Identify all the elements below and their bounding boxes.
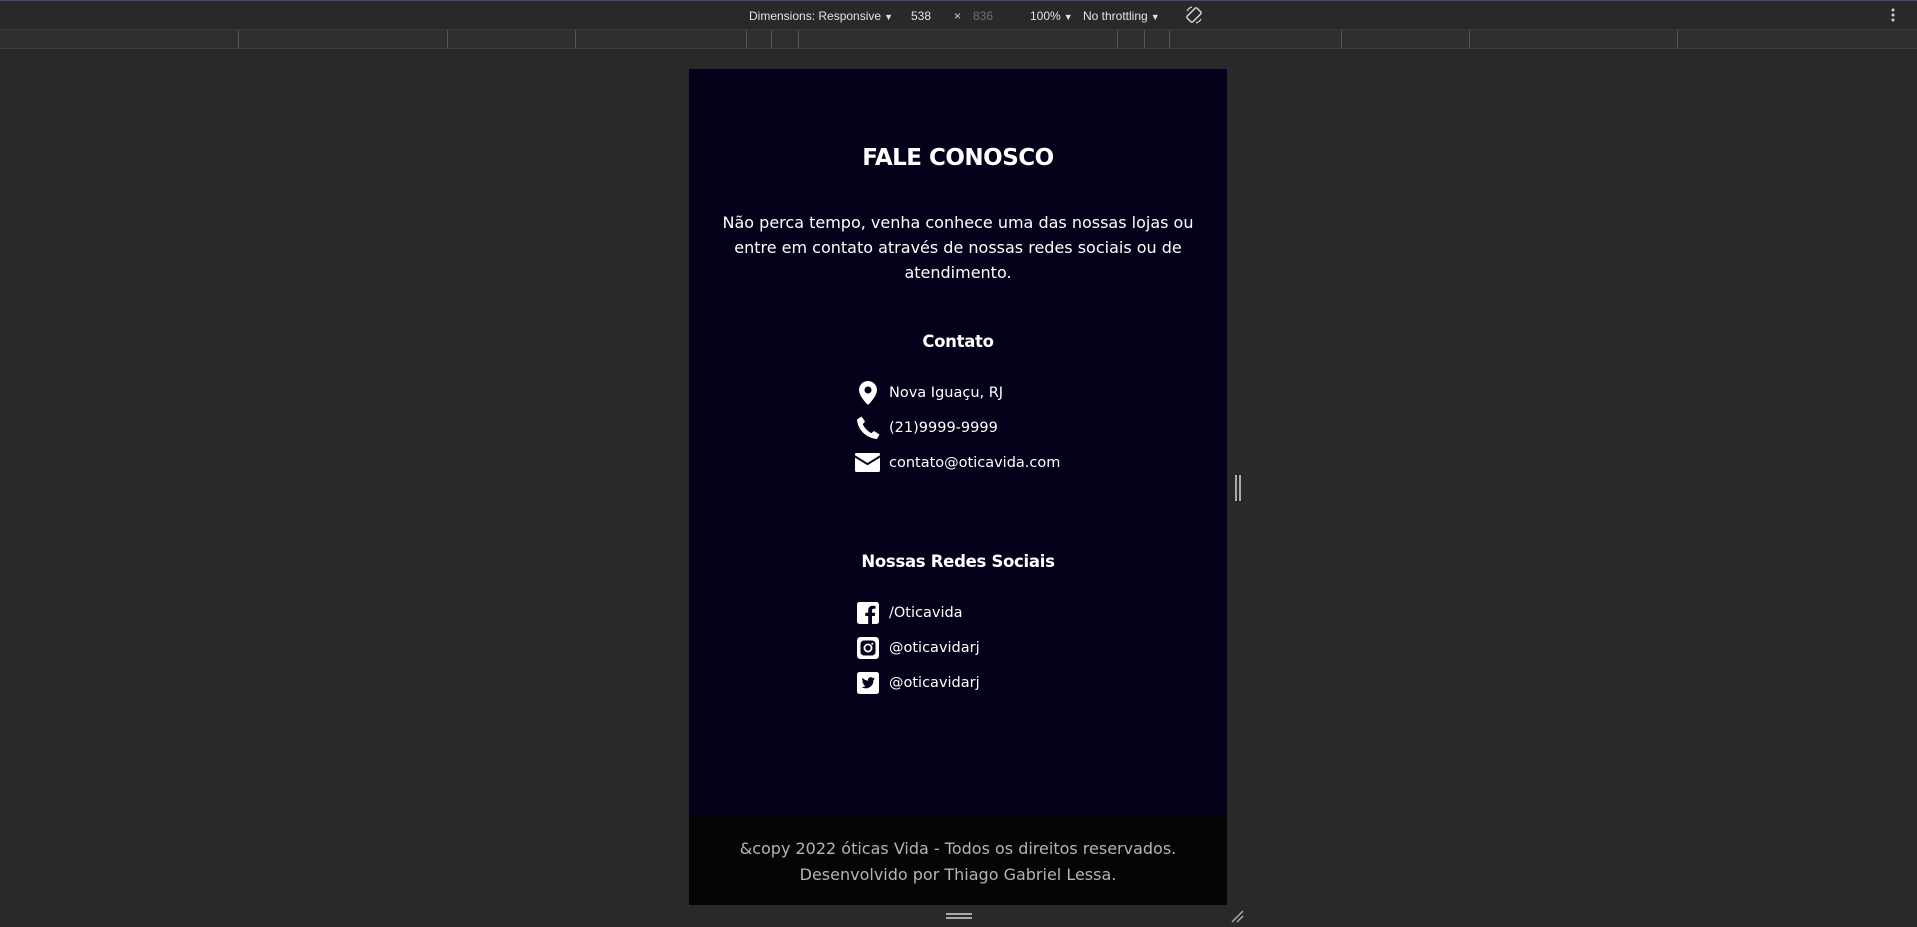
page-title: FALE CONOSCO — [862, 145, 1054, 171]
chevron-down-icon: ▼ — [1150, 12, 1160, 22]
contact-item-location: Nova Iguaçu, RJ — [854, 375, 1114, 410]
contact-title: Contato — [922, 332, 994, 351]
throttling-value: No throttling — [1083, 9, 1148, 23]
location-pin-icon — [854, 379, 881, 406]
social-item-facebook[interactable]: /Oticavida — [854, 595, 1114, 630]
dimensions-label: Dimensions: Responsive — [749, 9, 882, 23]
instagram-icon — [854, 634, 881, 661]
ruler-tick — [746, 30, 747, 48]
facebook-handle: /Oticavida — [889, 604, 963, 621]
envelope-icon — [854, 449, 881, 476]
chevron-down-icon: ▼ — [1063, 12, 1073, 22]
kebab-menu-icon[interactable] — [1891, 8, 1895, 25]
ruler-tick — [771, 30, 772, 48]
social-item-twitter[interactable]: @oticavidarj — [854, 665, 1114, 700]
ruler-tick — [1469, 30, 1470, 48]
chevron-down-icon: ▼ — [884, 12, 893, 22]
resize-handle-bottom[interactable] — [946, 913, 972, 919]
contact-location-text: Nova Iguaçu, RJ — [889, 384, 1004, 401]
ruler-tick — [1677, 30, 1678, 48]
device-viewport: FALE CONOSCO Não perca tempo, venha conh… — [689, 69, 1227, 905]
phone-icon — [854, 414, 881, 441]
instagram-handle: @oticavidarj — [889, 639, 980, 656]
media-query-ruler — [0, 30, 1917, 49]
resize-handle-right[interactable] — [1235, 475, 1241, 501]
contact-item-phone: (21)9999-9999 — [854, 410, 1114, 445]
social-list: /Oticavida @oticavidarj @oticavidarj — [854, 595, 1114, 700]
contact-item-email: contato@oticavida.com — [854, 445, 1114, 480]
facebook-icon — [854, 599, 881, 626]
dimension-separator: × — [954, 9, 962, 23]
height-input[interactable]: 836 — [973, 9, 993, 23]
zoom-dropdown[interactable]: 100% ▼ — [1030, 9, 1073, 23]
device-toolbar: Dimensions: Responsive ▼ 538 × 836 100% ▼ … — [0, 0, 1917, 30]
throttling-dropdown[interactable]: No throttling ▼ — [1083, 9, 1160, 23]
footer-credits: Desenvolvido por Thiago Gabriel Lessa. — [799, 865, 1117, 884]
twitter-handle: @oticavidarj — [889, 674, 980, 691]
contact-phone-text[interactable]: (21)9999-9999 — [889, 420, 998, 436]
social-title: Nossas Redes Sociais — [861, 552, 1055, 571]
width-input[interactable]: 538 — [911, 9, 931, 23]
ruler-tick — [447, 30, 448, 48]
dimensions-dropdown[interactable]: Dimensions: Responsive ▼ — [749, 9, 893, 23]
ruler-tick — [1341, 30, 1342, 48]
contact-email-text[interactable]: contato@oticavida.com — [889, 455, 1060, 471]
twitter-icon — [854, 669, 881, 696]
ruler-tick — [1117, 30, 1118, 48]
intro-text: Não perca tempo, venha conhece uma das n… — [722, 213, 1194, 282]
ruler-tick — [1144, 30, 1145, 48]
ruler-tick — [798, 30, 799, 48]
ruler-tick — [238, 30, 239, 48]
resize-handle-corner[interactable] — [1230, 908, 1244, 923]
contact-list: Nova Iguaçu, RJ (21)9999-9999 contato@ot… — [854, 375, 1114, 480]
ruler-tick — [575, 30, 576, 48]
ruler-tick — [1169, 30, 1170, 48]
footer-copyright: &copy 2022 óticas Vida - Todos os direit… — [739, 839, 1177, 858]
social-item-instagram[interactable]: @oticavidarj — [854, 630, 1114, 665]
rotate-icon[interactable] — [1184, 5, 1204, 25]
zoom-value: 100% — [1030, 9, 1061, 23]
page-footer: &copy 2022 óticas Vida - Todos os direit… — [689, 815, 1227, 905]
